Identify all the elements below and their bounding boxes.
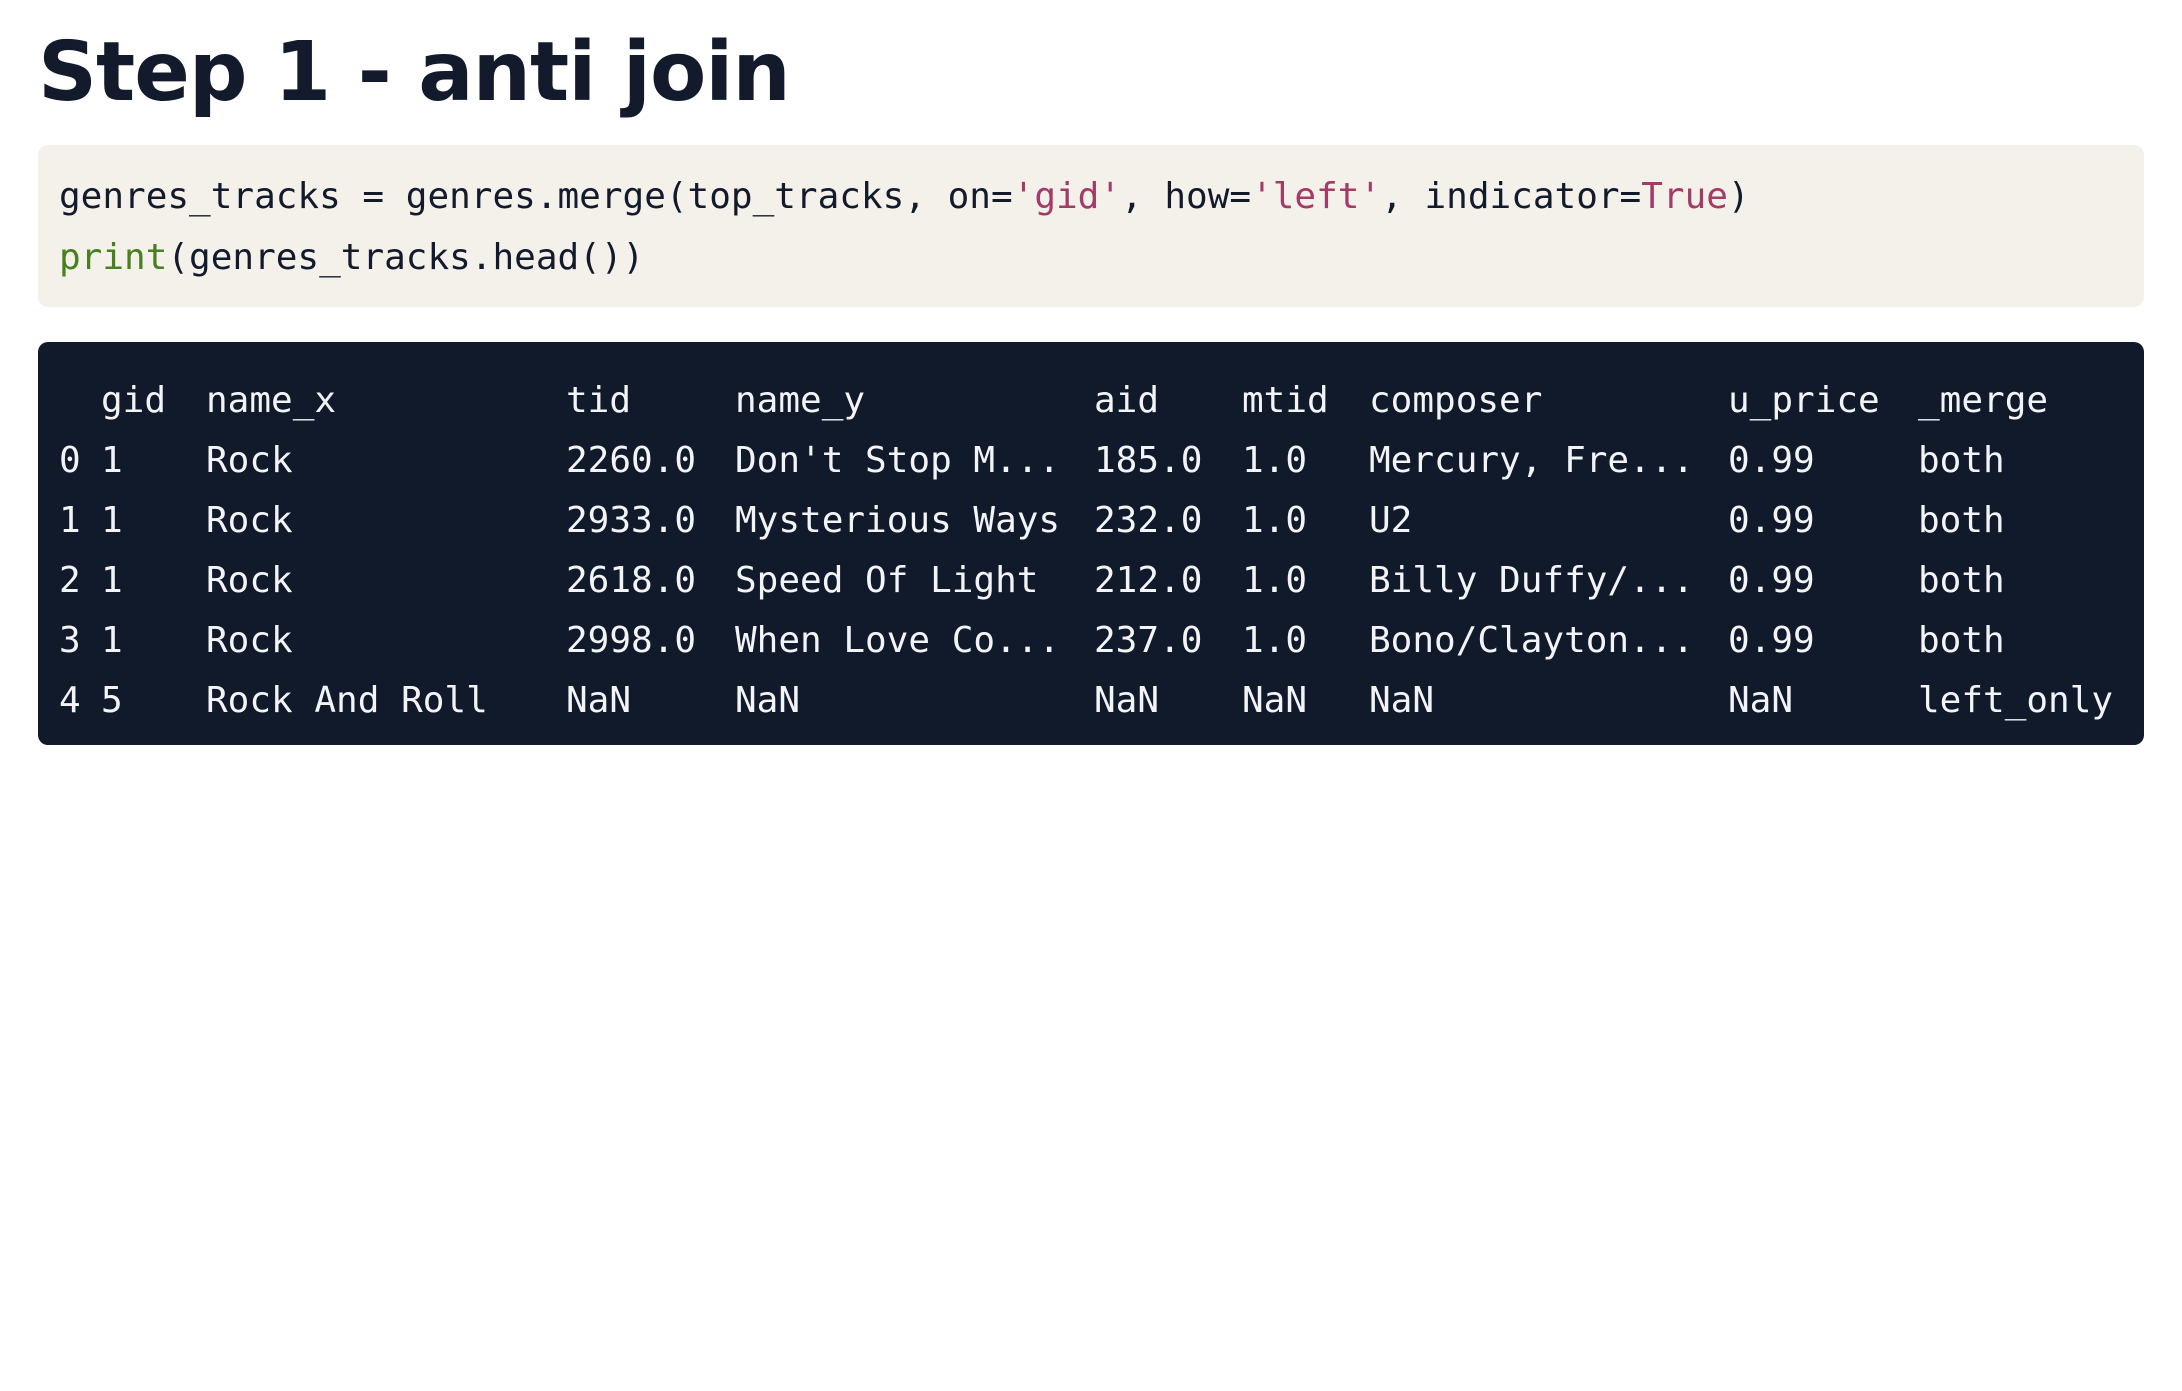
table-cell-merge: both bbox=[1918, 620, 2005, 661]
code-merge-mid: , how= bbox=[1121, 176, 1252, 217]
code-line-merge: genres_tracks = genres.merge(top_tracks,… bbox=[59, 166, 2144, 227]
table-cell-composer: NaN bbox=[1369, 680, 1435, 721]
table-cell-index: 4 bbox=[59, 680, 81, 721]
code-merge-mid2: , indicator= bbox=[1381, 176, 1642, 217]
output-header-composer: composer bbox=[1369, 380, 1543, 421]
table-cell-mtid: 1.0 bbox=[1242, 560, 1308, 601]
table-cell-aid: 185.0 bbox=[1094, 440, 1203, 481]
output-header-mtid: mtid bbox=[1242, 380, 1329, 421]
page-title: Step 1 - anti join bbox=[38, 25, 791, 120]
table-cell-u-price: 0.99 bbox=[1728, 500, 1815, 541]
table-cell-composer: Mercury, Fre... bbox=[1369, 440, 1695, 481]
table-cell-aid: 212.0 bbox=[1094, 560, 1203, 601]
output-header-name-x: name_x bbox=[206, 380, 337, 421]
table-cell-name-y: When Love Co... bbox=[735, 620, 1061, 661]
table-cell-gid: 1 bbox=[101, 440, 123, 481]
table-row: 4 5 Rock And Roll NaN NaN NaN NaN NaN Na… bbox=[38, 671, 2113, 731]
table-cell-gid: 1 bbox=[101, 500, 123, 541]
code-block: genres_tracks = genres.merge(top_tracks,… bbox=[38, 145, 2144, 307]
table-cell-index: 0 bbox=[59, 440, 81, 481]
output-header-tid: tid bbox=[566, 380, 632, 421]
table-cell-u-price: 0.99 bbox=[1728, 620, 1815, 661]
code-print-func: print bbox=[59, 237, 168, 278]
table-cell-tid: 2260.0 bbox=[566, 440, 697, 481]
table-cell-mtid: 1.0 bbox=[1242, 440, 1308, 481]
table-cell-gid: 5 bbox=[101, 680, 123, 721]
output-header-name-y: name_y bbox=[735, 380, 866, 421]
table-cell-tid: NaN bbox=[566, 680, 632, 721]
table-cell-name-x: Rock bbox=[206, 620, 293, 661]
table-row: 0 1 Rock 2260.0 Don't Stop M... 185.0 1.… bbox=[38, 431, 2005, 491]
table-cell-u-price: 0.99 bbox=[1728, 560, 1815, 601]
table-cell-u-price: NaN bbox=[1728, 680, 1794, 721]
output-header-aid: aid bbox=[1094, 380, 1160, 421]
code-merge-prefix: genres_tracks = genres.merge(top_tracks,… bbox=[59, 176, 1013, 217]
table-cell-index: 1 bbox=[59, 500, 81, 541]
table-cell-name-y: NaN bbox=[735, 680, 801, 721]
table-cell-gid: 1 bbox=[101, 620, 123, 661]
table-cell-merge: both bbox=[1918, 440, 2005, 481]
code-line-print: print(genres_tracks.head()) bbox=[59, 227, 2144, 288]
code-merge-suffix: ) bbox=[1727, 176, 1750, 217]
table-cell-tid: 2998.0 bbox=[566, 620, 697, 661]
table-cell-index: 2 bbox=[59, 560, 81, 601]
table-cell-composer: U2 bbox=[1369, 500, 1413, 541]
table-cell-index: 3 bbox=[59, 620, 81, 661]
table-cell-u-price: 0.99 bbox=[1728, 440, 1815, 481]
table-cell-composer: Bono/Clayton... bbox=[1369, 620, 1695, 661]
table-cell-aid: 232.0 bbox=[1094, 500, 1203, 541]
table-cell-aid: NaN bbox=[1094, 680, 1160, 721]
table-cell-mtid: NaN bbox=[1242, 680, 1308, 721]
table-cell-merge: both bbox=[1918, 500, 2005, 541]
table-cell-name-x: Rock And Roll bbox=[206, 680, 488, 721]
table-cell-name-y: Mysterious Ways bbox=[735, 500, 1061, 541]
table-row: 3 1 Rock 2998.0 When Love Co... 237.0 1.… bbox=[38, 611, 2005, 671]
table-cell-merge: both bbox=[1918, 560, 2005, 601]
table-cell-name-y: Speed Of Light bbox=[735, 560, 1039, 601]
output-header-merge: _merge bbox=[1918, 380, 2049, 421]
code-on-value: 'gid' bbox=[1012, 176, 1122, 217]
output-block: gid name_x tid name_y aid mtid composer … bbox=[38, 342, 2144, 745]
table-cell-tid: 2933.0 bbox=[566, 500, 697, 541]
table-cell-name-y: Don't Stop M... bbox=[735, 440, 1061, 481]
code-indicator-value: True bbox=[1641, 176, 1728, 217]
output-header-u-price: u_price bbox=[1728, 380, 1880, 421]
output-header-row: gid name_x tid name_y aid mtid composer … bbox=[38, 371, 2048, 431]
table-cell-tid: 2618.0 bbox=[566, 560, 697, 601]
table-cell-composer: Billy Duffy/... bbox=[1369, 560, 1695, 601]
table-cell-name-x: Rock bbox=[206, 560, 293, 601]
code-how-value: 'left' bbox=[1251, 176, 1382, 217]
table-cell-gid: 1 bbox=[101, 560, 123, 601]
table-cell-mtid: 1.0 bbox=[1242, 500, 1308, 541]
table-row: 1 1 Rock 2933.0 Mysterious Ways 232.0 1.… bbox=[38, 491, 2005, 551]
output-header-gid: gid bbox=[101, 380, 167, 421]
table-row: 2 1 Rock 2618.0 Speed Of Light 212.0 1.0… bbox=[38, 551, 2005, 611]
code-print-args: (genres_tracks.head()) bbox=[167, 237, 645, 278]
table-cell-merge: left_only bbox=[1918, 680, 2114, 721]
table-cell-name-x: Rock bbox=[206, 500, 293, 541]
table-cell-mtid: 1.0 bbox=[1242, 620, 1308, 661]
table-cell-aid: 237.0 bbox=[1094, 620, 1203, 661]
table-cell-name-x: Rock bbox=[206, 440, 293, 481]
